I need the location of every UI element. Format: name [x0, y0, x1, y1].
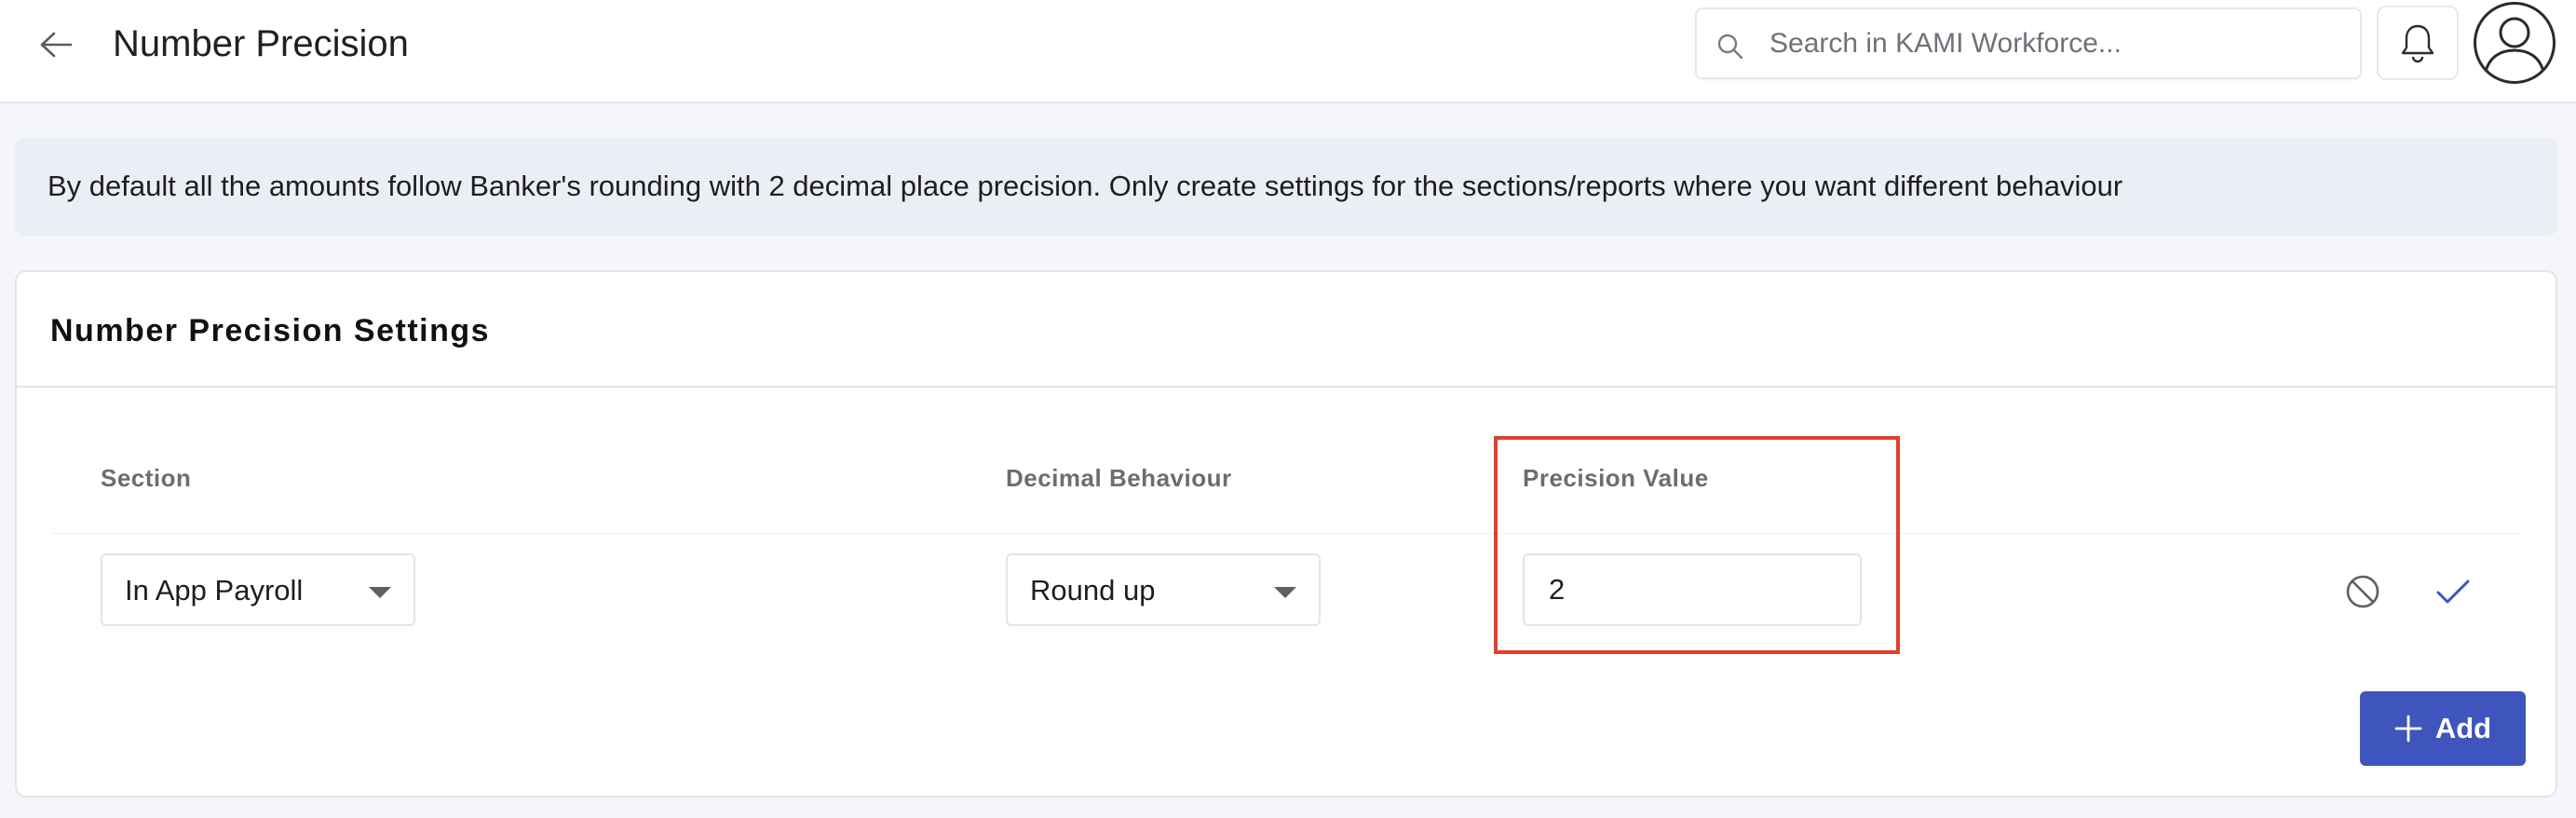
top-header: Number Precision [0, 0, 2576, 103]
user-avatar-icon [2484, 17, 2545, 73]
back-button[interactable] [28, 19, 84, 71]
search-box[interactable] [1695, 7, 2362, 79]
card-title: Number Precision Settings [50, 313, 491, 348]
card-divider [17, 386, 2556, 388]
cancel-row-button[interactable] [2337, 566, 2389, 618]
info-banner: By default all the amounts follow Banker… [15, 138, 2557, 236]
column-header-precision-value: Precision Value [1523, 464, 1709, 492]
column-header-section: Section [101, 464, 192, 492]
notifications-button[interactable] [2377, 6, 2459, 80]
confirm-row-button[interactable] [2427, 566, 2479, 618]
block-icon [2346, 575, 2379, 608]
add-button-label: Add [2434, 712, 2492, 744]
arrow-left-icon [40, 32, 73, 58]
info-banner-text: By default all the amounts follow Banker… [47, 170, 2123, 202]
decimal-behaviour-select[interactable]: Round up [1006, 553, 1321, 626]
column-header-decimal-behaviour: Decimal Behaviour [1006, 464, 1232, 492]
bell-icon [2401, 24, 2434, 63]
precision-value-input[interactable] [1523, 553, 1862, 626]
plus-icon [2394, 715, 2422, 743]
check-icon [2436, 579, 2470, 604]
section-select-value: In App Payroll [125, 574, 304, 607]
search-input[interactable] [1769, 9, 2347, 77]
caret-down-icon [369, 587, 391, 598]
row-divider [52, 533, 2520, 534]
add-button[interactable]: Add [2360, 691, 2526, 766]
user-avatar[interactable] [2474, 2, 2556, 84]
number-precision-settings-card: Number Precision Settings Section Decima… [15, 270, 2557, 798]
decimal-behaviour-select-value: Round up [1030, 574, 1156, 607]
section-select[interactable]: In App Payroll [101, 553, 415, 626]
caret-down-icon [1274, 587, 1296, 598]
page-title: Number Precision [113, 23, 409, 64]
search-icon [1717, 34, 1743, 60]
